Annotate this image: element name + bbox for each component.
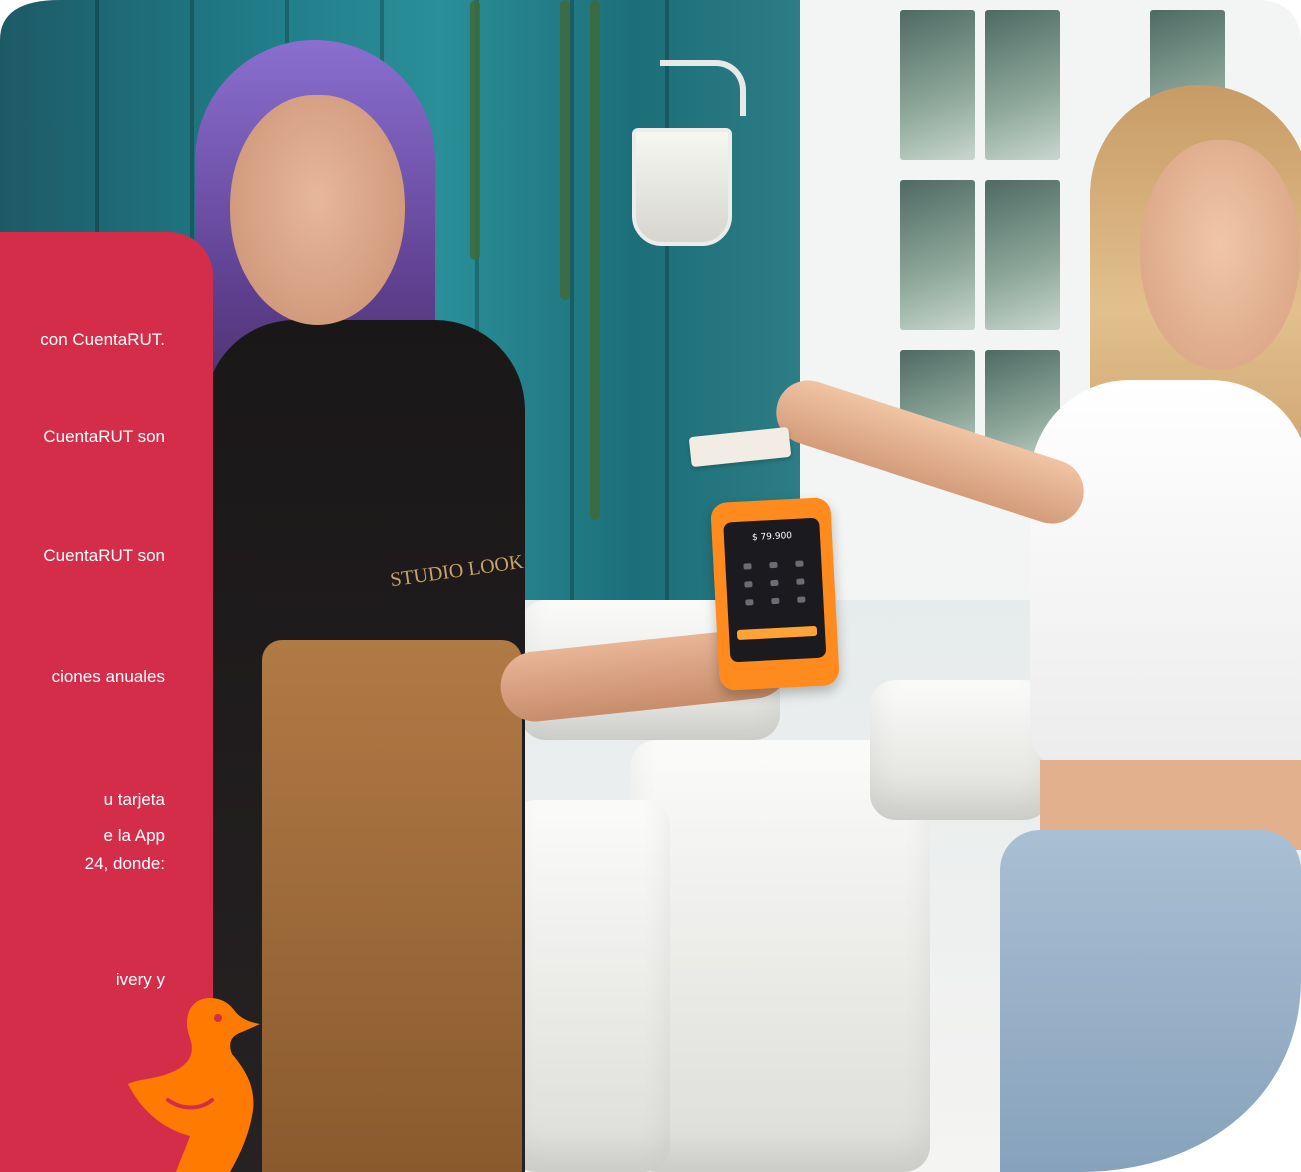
woman-right-jeans xyxy=(1000,830,1301,1172)
panel-line-5: u tarjeta xyxy=(103,790,165,809)
woman-right-face xyxy=(1140,140,1300,370)
wall-lamp-arm xyxy=(660,60,746,116)
wall-lamp xyxy=(632,128,732,246)
payment-terminal: $ 79.900 xyxy=(710,497,840,691)
woman-right-top xyxy=(1030,380,1301,770)
hero-section: STUDIO LOOK $ 79.900 con CuentaRUT. Cuen… xyxy=(0,0,1301,1172)
panel-line-1: con CuentaRUT. xyxy=(40,330,165,349)
woman-left-face xyxy=(230,95,405,325)
panel-line-6: e la App xyxy=(103,826,165,845)
apron xyxy=(262,640,522,1172)
panel-line-3: CuentaRUT son xyxy=(43,546,165,565)
panel-line-7: 24, donde: xyxy=(84,854,165,873)
duck-mascot-icon xyxy=(128,998,260,1172)
panel-line-4: ciones anuales xyxy=(51,667,165,686)
panel-line-2: CuentaRUT son xyxy=(43,427,165,446)
